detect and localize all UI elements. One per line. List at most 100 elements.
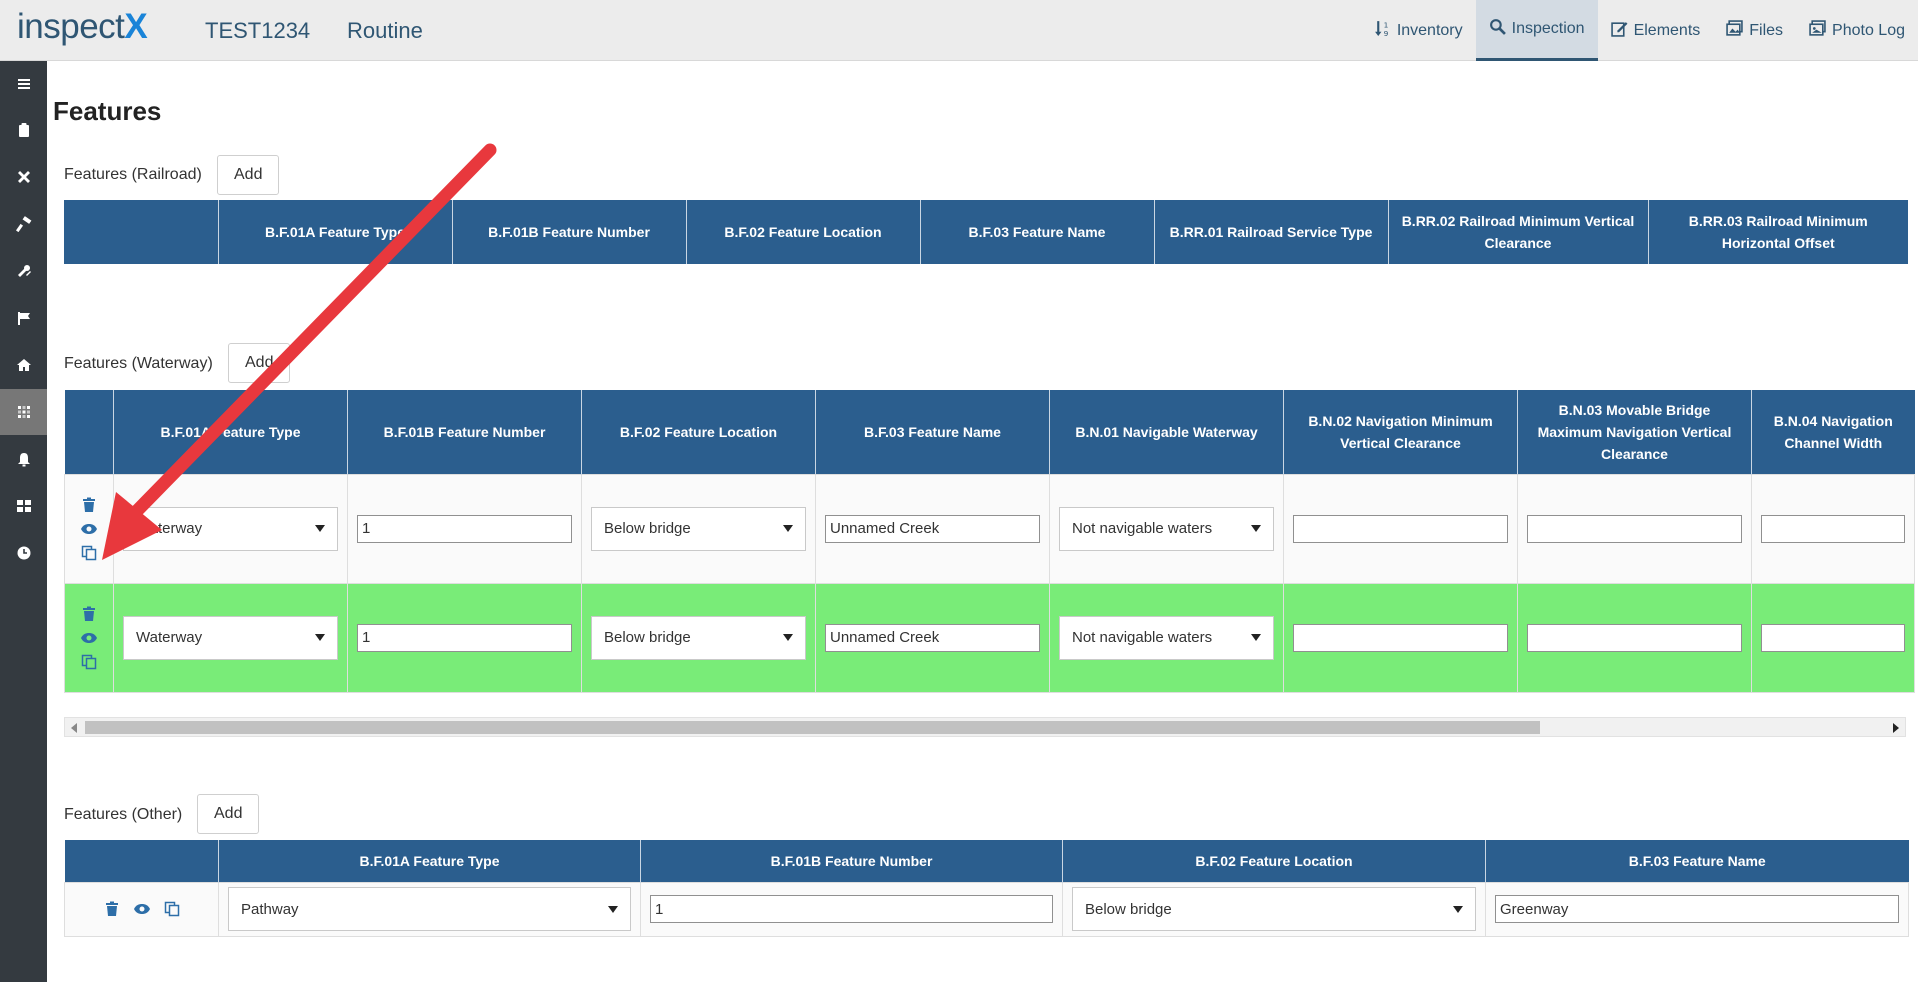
feature-name-input[interactable]: Greenway (1495, 895, 1899, 923)
add-waterway-button[interactable]: Add (228, 343, 291, 383)
column-header: B.F.03 Feature Name (1485, 840, 1909, 882)
feature-number-cell: 1 (347, 582, 582, 693)
nav-elements[interactable]: Elements (1598, 0, 1714, 61)
trash-icon[interactable] (104, 901, 120, 917)
other-table: B.F.01A Feature Type B.F.01B Feature Num… (64, 840, 1909, 937)
feature-location-select[interactable]: Below bridge (591, 615, 806, 660)
menu-icon[interactable] (0, 61, 47, 107)
clipboard-icon[interactable] (0, 107, 47, 153)
photo-icon (1809, 19, 1826, 42)
caret-down-icon (1251, 525, 1261, 532)
railroad-table: B.F.01A Feature Type B.F.01B Feature Num… (64, 200, 1908, 264)
movable-max-clearance-input[interactable] (1527, 623, 1742, 652)
horizontal-scrollbar[interactable] (64, 717, 1906, 737)
feature-name-input[interactable]: Unnamed Creek (825, 514, 1040, 543)
eye-icon[interactable] (81, 630, 97, 646)
copy-icon[interactable] (81, 654, 97, 670)
column-header: B.RR.01 Railroad Service Type (1153, 200, 1388, 264)
waterway-section-label: Features (Waterway) (64, 355, 213, 372)
scrollbar-thumb[interactable] (85, 721, 1540, 734)
channel-width-input[interactable] (1761, 514, 1905, 543)
column-header: B.RR.02 Railroad Minimum Vertical Cleara… (1387, 200, 1648, 264)
feature-type-cell: Waterway (113, 473, 348, 584)
add-railroad-button[interactable]: Add (217, 155, 280, 195)
railroad-header-row: B.F.01A Feature Type B.F.01B Feature Num… (64, 200, 1908, 264)
nav-photo-log[interactable]: Photo Log (1796, 0, 1918, 61)
caret-down-icon (783, 634, 793, 641)
channel-width-cell (1751, 473, 1915, 584)
feature-location-cell: Below bridge (581, 582, 816, 693)
feature-name-input[interactable]: Unnamed Creek (825, 623, 1040, 652)
feature-number-cell: 1 (640, 881, 1063, 937)
table-row: Waterway 1 Below bridge Unnamed Creek No… (64, 473, 1915, 584)
caret-down-icon (315, 634, 325, 641)
hammer-icon[interactable] (0, 201, 47, 247)
feature-location-cell: Below bridge (581, 473, 816, 584)
caret-down-icon (1251, 634, 1261, 641)
copy-icon[interactable] (81, 545, 97, 561)
search-icon (1489, 18, 1506, 40)
app-logo[interactable]: inspectX (17, 7, 148, 47)
feature-name-cell: Greenway (1485, 881, 1909, 937)
feature-number-input[interactable]: 1 (650, 895, 1053, 923)
feature-location-select[interactable]: Below bridge (1072, 887, 1476, 931)
column-header: B.F.01A Feature Type (217, 200, 452, 264)
eye-icon[interactable] (81, 521, 97, 537)
nav-inventory[interactable]: 19 Inventory (1361, 0, 1476, 61)
movable-max-clearance-input[interactable] (1527, 514, 1742, 543)
feature-type-select[interactable]: Pathway (228, 887, 631, 931)
wrench-icon[interactable] (0, 248, 47, 294)
grid-pattern-icon[interactable] (0, 389, 47, 435)
nav-elements-label: Elements (1633, 21, 1701, 39)
feature-number-input[interactable]: 1 (357, 623, 572, 652)
waterway-table: B.F.01A Feature Type B.F.01B Feature Num… (64, 390, 1915, 693)
min-vertical-clearance-input[interactable] (1293, 514, 1508, 543)
navigable-waterway-select[interactable]: Not navigable waters (1059, 615, 1274, 660)
copy-icon[interactable] (164, 901, 180, 917)
feature-location-select[interactable]: Below bridge (591, 506, 806, 551)
nav-photo-log-label: Photo Log (1832, 21, 1905, 39)
navigable-waterway-select[interactable]: Not navigable waters (1059, 506, 1274, 551)
min-vertical-clearance-input[interactable] (1293, 623, 1508, 652)
column-header (64, 200, 218, 264)
column-header: B.RR.03 Railroad Minimum Horizontal Offs… (1647, 200, 1908, 264)
sort-numeric-icon: 19 (1374, 20, 1391, 42)
channel-width-cell (1751, 582, 1915, 693)
clock-icon[interactable] (0, 530, 47, 576)
eye-icon[interactable] (133, 901, 150, 917)
images-icon (1726, 19, 1743, 42)
edit-icon (1610, 20, 1628, 42)
movable-max-cell (1517, 582, 1752, 693)
feature-number-cell: 1 (347, 473, 582, 584)
tools-icon[interactable] (0, 154, 47, 200)
scroll-right-arrow-icon[interactable] (1893, 723, 1899, 733)
column-header: B.F.02 Feature Location (581, 390, 816, 474)
channel-width-input[interactable] (1761, 623, 1905, 652)
dashboard-icon[interactable] (0, 483, 47, 529)
add-other-button[interactable]: Add (197, 794, 260, 834)
nav-inventory-label: Inventory (1396, 21, 1463, 39)
column-header: B.F.01B Feature Number (640, 840, 1063, 882)
nav-inspection-label: Inspection (1511, 20, 1585, 37)
feature-type-select[interactable]: Waterway (123, 615, 338, 660)
flag-icon[interactable] (0, 295, 47, 341)
feature-number-input[interactable]: 1 (357, 514, 572, 543)
feature-type-select[interactable]: Waterway (123, 506, 338, 551)
trash-icon[interactable] (81, 606, 97, 622)
top-bar: inspectX TEST1234 Routine 19 Inventory I… (0, 0, 1918, 61)
column-header: B.F.01B Feature Number (347, 390, 582, 474)
inspection-type: Routine (347, 18, 423, 43)
sidebar (0, 61, 47, 982)
nav-inspection[interactable]: Inspection (1475, 0, 1598, 61)
bell-icon[interactable] (0, 436, 47, 482)
navigable-cell: Not navigable waters (1049, 473, 1284, 584)
other-header-row: B.F.01A Feature Type B.F.01B Feature Num… (64, 840, 1909, 882)
caret-down-icon (1453, 905, 1463, 913)
scroll-left-arrow-icon[interactable] (71, 723, 77, 733)
home-icon[interactable] (0, 342, 47, 388)
movable-max-cell (1517, 473, 1752, 584)
trash-icon[interactable] (81, 497, 97, 513)
row-actions (64, 881, 219, 937)
nav-files[interactable]: Files (1713, 0, 1796, 61)
column-header (64, 840, 219, 882)
